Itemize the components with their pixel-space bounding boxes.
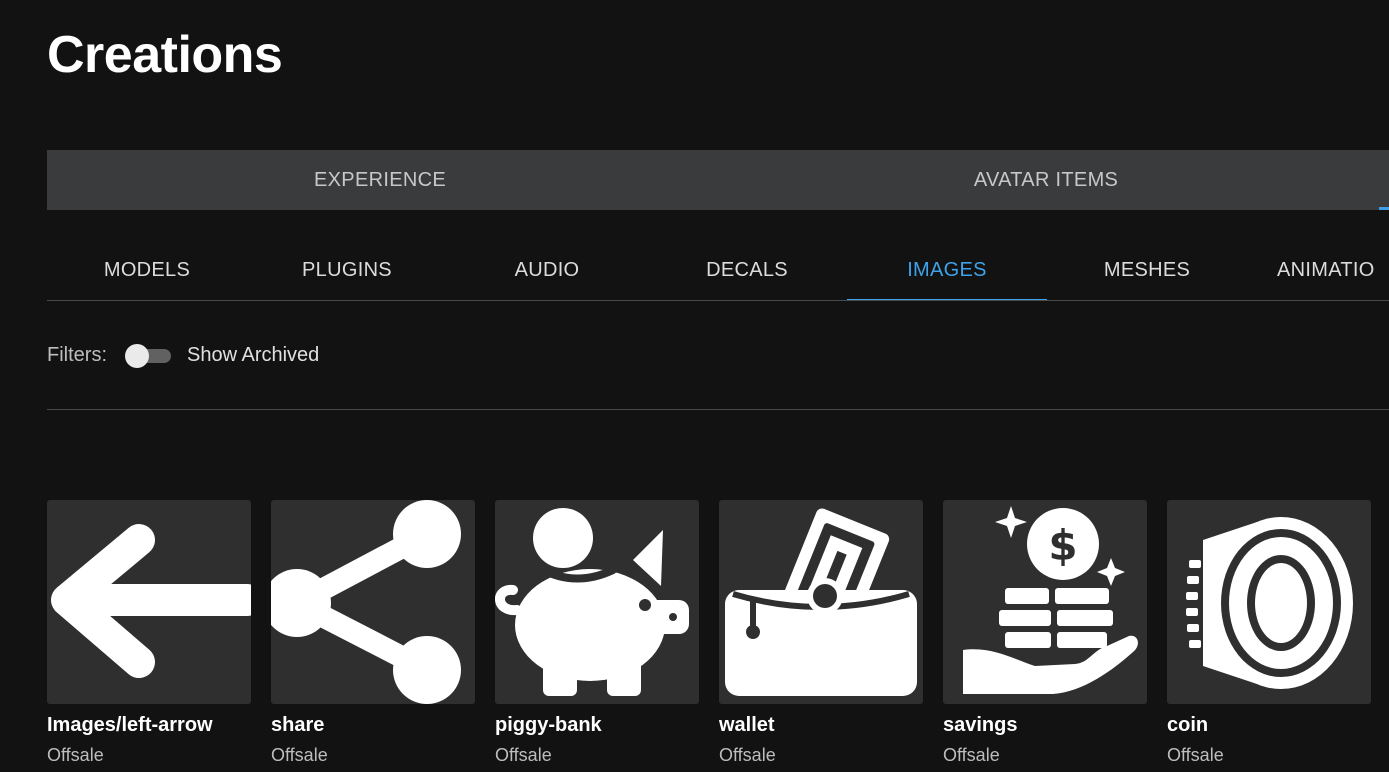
svg-text:$: $ bbox=[1048, 521, 1077, 570]
asset-status: Offsale bbox=[47, 745, 104, 765]
tab-decals[interactable]: DECALS bbox=[647, 240, 847, 300]
asset-thumbnail[interactable] bbox=[719, 500, 923, 704]
category-tabs: EXPERIENCE AVATAR ITEMS bbox=[47, 150, 1389, 210]
asset-grid: Images/left-arrow Offsale share Offsale bbox=[47, 500, 1389, 767]
tab-audio[interactable]: AUDIO bbox=[447, 240, 647, 300]
coin-icon bbox=[1186, 517, 1353, 689]
filters-label: Filters: bbox=[47, 343, 107, 366]
tab-animations[interactable]: ANIMATIO bbox=[1247, 240, 1389, 300]
left-arrow-icon bbox=[51, 524, 251, 678]
tab-indicator bbox=[1379, 207, 1389, 210]
asset-status: Offsale bbox=[943, 745, 1000, 765]
asset-card[interactable]: $ savings Offsale bbox=[943, 500, 1147, 767]
asset-name[interactable]: wallet bbox=[719, 712, 923, 738]
divider bbox=[47, 409, 1389, 410]
share-icon bbox=[271, 500, 461, 704]
tab-plugins[interactable]: PLUGINS bbox=[247, 240, 447, 300]
asset-card[interactable]: coin Offsale bbox=[1167, 500, 1371, 767]
wallet-icon bbox=[725, 508, 917, 696]
asset-card[interactable]: share Offsale bbox=[271, 500, 475, 767]
page-title: Creations bbox=[47, 26, 283, 84]
asset-name[interactable]: Images/left-arrow bbox=[47, 712, 251, 738]
asset-name[interactable]: piggy-bank bbox=[495, 712, 699, 738]
asset-card[interactable]: wallet Offsale bbox=[719, 500, 923, 767]
asset-name[interactable]: savings bbox=[943, 712, 1147, 738]
toggle-knob bbox=[125, 344, 149, 368]
asset-thumbnail[interactable] bbox=[495, 500, 699, 704]
asset-status: Offsale bbox=[495, 745, 552, 765]
tab-experience[interactable]: EXPERIENCE bbox=[47, 150, 713, 210]
asset-status: Offsale bbox=[719, 745, 776, 765]
asset-name[interactable]: share bbox=[271, 712, 475, 738]
show-archived-label: Show Archived bbox=[187, 343, 320, 366]
asset-thumbnail[interactable]: $ bbox=[943, 500, 1147, 704]
asset-thumbnail[interactable] bbox=[271, 500, 475, 704]
asset-card[interactable]: Images/left-arrow Offsale bbox=[47, 500, 251, 767]
asset-status: Offsale bbox=[271, 745, 328, 765]
tab-models[interactable]: MODELS bbox=[47, 240, 247, 300]
asset-name[interactable]: coin bbox=[1167, 712, 1371, 738]
asset-thumbnail[interactable] bbox=[1167, 500, 1371, 704]
savings-icon: $ bbox=[963, 506, 1138, 694]
filters-row: Filters: Show Archived bbox=[47, 338, 319, 372]
asset-thumbnail[interactable] bbox=[47, 500, 251, 704]
tab-images[interactable]: IMAGES bbox=[847, 240, 1047, 300]
piggy-bank-icon bbox=[495, 508, 689, 696]
asset-card[interactable]: piggy-bank Offsale bbox=[495, 500, 699, 767]
asset-status: Offsale bbox=[1167, 745, 1224, 765]
tab-meshes[interactable]: MESHES bbox=[1047, 240, 1247, 300]
show-archived-toggle[interactable] bbox=[125, 344, 171, 368]
tab-avatar-items[interactable]: AVATAR ITEMS bbox=[713, 150, 1379, 210]
asset-type-tabs: MODELS PLUGINS AUDIO DECALS IMAGES MESHE… bbox=[47, 240, 1389, 301]
